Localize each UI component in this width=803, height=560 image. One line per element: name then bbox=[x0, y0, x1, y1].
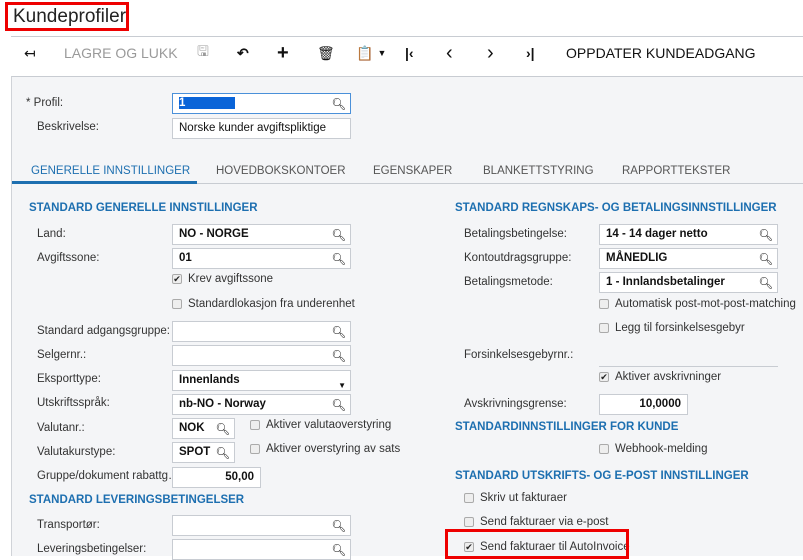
tax-zone-label: Avgiftssone: bbox=[37, 252, 100, 264]
email-invoices-checkbox[interactable]: Send fakturaer via e-post bbox=[464, 516, 609, 528]
late-fee-checkbox[interactable]: Legg til forsinkelsesgebyr bbox=[599, 322, 745, 334]
chevron-down-icon: ▼ bbox=[377, 48, 387, 58]
payment-method-label: Betalingsmetode: bbox=[464, 276, 553, 288]
carrier-input[interactable]: 🔍︎ bbox=[172, 515, 351, 536]
description-input[interactable]: Norske kunder avgiftspliktige bbox=[172, 118, 351, 139]
rate-type-label: Valutakurstype: bbox=[37, 446, 116, 458]
search-icon[interactable]: 🔍︎ bbox=[331, 348, 346, 365]
active-tab-underline bbox=[12, 181, 197, 184]
trash-icon[interactable]: 🗑 bbox=[317, 44, 335, 62]
save-icon[interactable]: 🖫 bbox=[197, 43, 209, 62]
divider bbox=[11, 36, 803, 37]
first-record-icon[interactable]: |‹ bbox=[405, 44, 414, 62]
profile-input[interactable]: 1 🔍︎ bbox=[172, 93, 351, 114]
currency-input[interactable]: NOK 🔍︎ bbox=[172, 418, 235, 439]
undo-icon[interactable]: ↶ bbox=[237, 44, 249, 62]
search-icon[interactable]: 🔍︎ bbox=[215, 445, 230, 462]
tab-forms[interactable]: BLANKETTSTYRING bbox=[483, 165, 594, 177]
description-label: Beskrivelse: bbox=[37, 121, 99, 133]
update-access-button[interactable]: OPPDATER KUNDEADGANG bbox=[566, 44, 756, 62]
enable-writeoff-checkbox[interactable]: ✔ Aktiver avskrivninger bbox=[599, 371, 721, 383]
auto-match-checkbox[interactable]: Automatisk post-mot-post-matching bbox=[599, 298, 796, 310]
section-customer: STANDARDINNSTILLINGER FOR KUNDE bbox=[455, 421, 679, 433]
delivery-terms-label: Leveringsbetingelser: bbox=[37, 543, 147, 555]
export-type-select[interactable]: Innenlands ▼ bbox=[172, 370, 351, 391]
search-icon[interactable]: 🔍︎ bbox=[331, 542, 346, 559]
section-general: STANDARD GENERELLE INNSTILLINGER bbox=[29, 202, 258, 214]
search-icon[interactable]: 🔍︎ bbox=[331, 251, 346, 268]
late-fee-no-field[interactable] bbox=[599, 366, 778, 367]
save-close-button[interactable]: LAGRE OG LUKK bbox=[64, 44, 178, 62]
clipboard-icon[interactable]: 📋 ▼ bbox=[356, 44, 386, 62]
search-icon[interactable]: 🔍︎ bbox=[331, 324, 346, 341]
search-icon[interactable]: 🔍︎ bbox=[758, 227, 773, 244]
search-icon[interactable]: 🔍︎ bbox=[215, 421, 230, 438]
print-invoices-checkbox[interactable]: Skriv ut fakturaer bbox=[464, 492, 567, 504]
statement-input[interactable]: MÅNEDLIG 🔍︎ bbox=[599, 248, 778, 269]
rate-override-checkbox[interactable]: Aktiver overstyring av sats bbox=[250, 443, 400, 455]
section-accounting: STANDARD REGNSKAPS- OG BETALINGSINNSTILL… bbox=[455, 202, 777, 214]
search-icon[interactable]: 🔍︎ bbox=[331, 397, 346, 414]
access-group-label: Standard adgangsgruppe: bbox=[37, 325, 170, 337]
terms-input[interactable]: 14 - 14 dager netto 🔍︎ bbox=[599, 224, 778, 245]
writeoff-limit-label: Avskrivningsgrense: bbox=[464, 398, 567, 410]
chevron-down-icon: ▼ bbox=[338, 381, 346, 390]
statement-label: Kontoutdragsgruppe: bbox=[464, 252, 572, 264]
terms-label: Betalingsbetingelse: bbox=[464, 228, 567, 240]
discount-input[interactable]: 50,00 bbox=[172, 467, 261, 488]
profile-label: * Profil: bbox=[26, 97, 64, 109]
last-record-icon[interactable]: ›| bbox=[526, 44, 535, 62]
tab-attributes[interactable]: EGENSKAPER bbox=[373, 165, 452, 177]
export-type-label: Eksporttype: bbox=[37, 373, 101, 385]
print-language-label: Utskriftsspråk: bbox=[37, 397, 110, 409]
section-delivery: STANDARD LEVERINGSBETINGELSER bbox=[29, 494, 245, 506]
tab-ledger-accounts[interactable]: HOVEDBOKSKONTOER bbox=[216, 165, 346, 177]
default-location-checkbox[interactable]: Standardlokasjon fra underenhet bbox=[172, 298, 355, 310]
late-fee-no-label: Forsinkelsesgebyrnr.: bbox=[464, 349, 574, 361]
land-label: Land: bbox=[37, 228, 66, 240]
next-icon[interactable]: › bbox=[487, 42, 494, 64]
back-icon[interactable]: ↤ bbox=[24, 44, 36, 62]
salesperson-label: Selgernr.: bbox=[37, 349, 87, 361]
section-print-email: STANDARD UTSKRIFTS- OG E-POST INNSTILLIN… bbox=[455, 470, 749, 482]
search-icon[interactable]: 🔍︎ bbox=[331, 227, 346, 244]
search-icon[interactable]: 🔍︎ bbox=[758, 251, 773, 268]
salesperson-input[interactable]: 🔍︎ bbox=[172, 345, 351, 366]
highlight-box bbox=[445, 529, 629, 559]
payment-method-input[interactable]: 1 - Innlandsbetalinger 🔍︎ bbox=[599, 272, 778, 293]
search-icon[interactable]: 🔍︎ bbox=[331, 518, 346, 535]
form-panel bbox=[11, 76, 803, 556]
add-icon[interactable]: + bbox=[277, 42, 289, 64]
highlight-box bbox=[5, 2, 129, 31]
webhook-checkbox[interactable]: Webhook-melding bbox=[599, 443, 707, 455]
previous-icon[interactable]: ‹ bbox=[446, 42, 453, 64]
require-tax-zone-checkbox[interactable]: ✔ Krev avgiftssone bbox=[172, 273, 273, 285]
search-icon[interactable]: 🔍︎ bbox=[758, 275, 773, 292]
carrier-label: Transportør: bbox=[37, 519, 100, 531]
rate-type-input[interactable]: SPOT 🔍︎ bbox=[172, 442, 235, 463]
search-icon[interactable]: 🔍︎ bbox=[331, 96, 346, 113]
discount-label: Gruppe/dokument rabattg… bbox=[37, 470, 180, 482]
writeoff-limit-input[interactable]: 10,0000 bbox=[599, 394, 688, 415]
currency-override-checkbox[interactable]: Aktiver valutaoverstyring bbox=[250, 419, 391, 431]
print-language-input[interactable]: nb-NO - Norway 🔍︎ bbox=[172, 394, 351, 415]
delivery-terms-input[interactable]: 🔍︎ bbox=[172, 539, 351, 560]
currency-label: Valutanr.: bbox=[37, 422, 85, 434]
access-group-input[interactable]: 🔍︎ bbox=[172, 321, 351, 342]
tax-zone-input[interactable]: 01 🔍︎ bbox=[172, 248, 351, 269]
tab-report-texts[interactable]: RAPPORTTEKSTER bbox=[622, 165, 730, 177]
land-input[interactable]: NO - NORGE 🔍︎ bbox=[172, 224, 351, 245]
tab-general[interactable]: GENERELLE INNSTILLINGER bbox=[31, 165, 190, 177]
